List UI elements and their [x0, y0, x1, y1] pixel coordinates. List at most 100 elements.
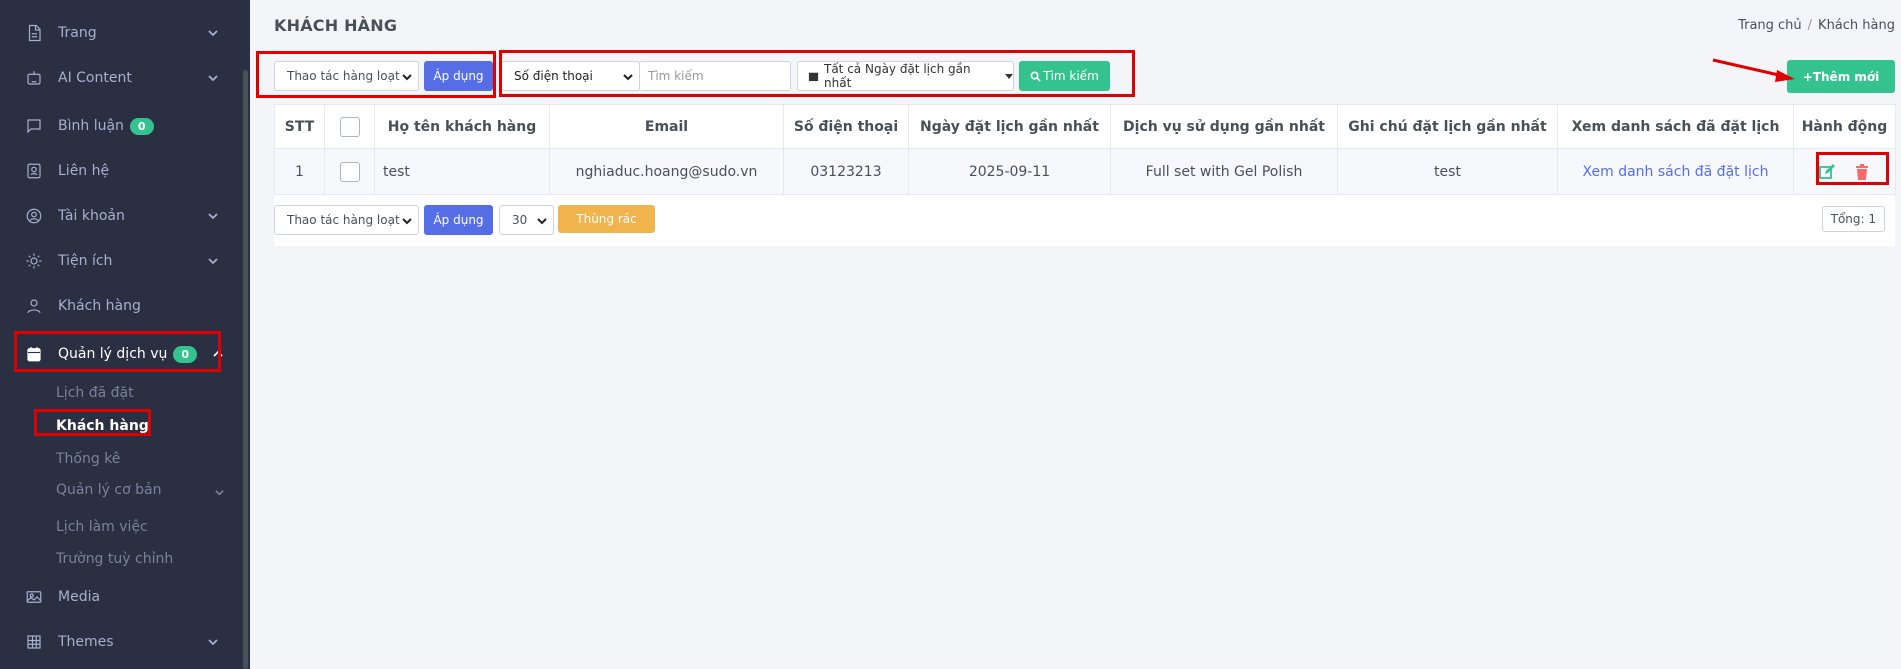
- search-field-select[interactable]: Số điện thoại: [501, 61, 640, 91]
- sidebar-scrollbar[interactable]: [243, 70, 248, 669]
- apply-button[interactable]: Áp dụng: [424, 61, 493, 91]
- sidebar-item-label: Khách hàng: [58, 298, 141, 314]
- breadcrumb-current: Khách hàng: [1818, 18, 1895, 33]
- column-header-phone: Số điện thoại: [783, 104, 909, 149]
- file-icon: [24, 23, 44, 43]
- calendar-small-icon: [808, 71, 819, 82]
- grid-icon: [24, 632, 44, 652]
- column-header-email: Email: [549, 104, 784, 149]
- sidebar-item-khach-hang[interactable]: Khách hàng: [0, 288, 243, 324]
- search-input[interactable]: Tìm kiếm: [639, 61, 791, 91]
- table-header-row: STT Họ tên khách hàng Email Số điện thoạ…: [274, 104, 1896, 149]
- total-count: Tổng: 1: [1821, 206, 1885, 232]
- row-checkbox[interactable]: [339, 161, 360, 182]
- footer-bulk-action-select[interactable]: Thao tác hàng loạt: [274, 205, 419, 235]
- per-page-select[interactable]: 30: [499, 205, 554, 235]
- chevron-up-icon: [212, 348, 224, 360]
- chevron-down-icon: [623, 71, 633, 81]
- sidebar-item-media[interactable]: Media: [0, 579, 243, 615]
- cell-service: Full set with Gel Polish: [1110, 148, 1338, 195]
- caret-down-icon: [1005, 72, 1013, 80]
- bulk-action-select[interactable]: Thao tác hàng loạt: [274, 61, 419, 91]
- add-new-button[interactable]: +Thêm mới: [1787, 60, 1895, 93]
- cell-name: test: [374, 148, 550, 195]
- cell-select: [324, 148, 375, 195]
- footer-bulk-action-value: Thao tác hàng loạt: [287, 213, 400, 227]
- chevron-down-icon: [207, 636, 219, 648]
- breadcrumb: Trang chủ / Khách hàng: [1738, 18, 1895, 33]
- trash-button[interactable]: Thùng rác: [558, 205, 655, 233]
- search-icon: [1030, 71, 1041, 82]
- subitem-truong-tuy-chinh[interactable]: Trường tuỳ chỉnh: [56, 551, 173, 567]
- subitem-thong-ke[interactable]: Thống kê: [56, 451, 120, 467]
- comment-count-badge: 0: [129, 117, 154, 135]
- cell-date: 2025-09-11: [908, 148, 1111, 195]
- view-bookings-link[interactable]: Xem danh sách đã đặt lịch: [1583, 164, 1769, 180]
- column-header-note: Ghi chú đặt lịch gần nhất: [1337, 104, 1558, 149]
- column-header-service: Dịch vụ sử dụng gần nhất: [1110, 104, 1338, 149]
- table-row: 1 test nghiaduc.hoang@sudo.vn 03123213 2…: [274, 148, 1896, 195]
- sidebar-item-trang[interactable]: Trang: [0, 15, 243, 51]
- sidebar-item-label: Liên hệ: [58, 163, 110, 179]
- sidebar: Trang AI Content Bình luận 0 Liên hệ Tài…: [0, 0, 250, 669]
- per-page-value: 30: [512, 213, 528, 227]
- sidebar-item-label: Tài khoản: [58, 208, 125, 224]
- chevron-down-icon: [214, 486, 225, 502]
- image-icon: [24, 587, 44, 607]
- subitem-khach-hang[interactable]: Khách hàng: [56, 418, 149, 434]
- chevron-down-icon: [207, 255, 219, 267]
- sidebar-item-label: AI Content: [58, 70, 132, 86]
- sidebar-item-label: Themes: [58, 634, 114, 650]
- cell-stt: 1: [274, 148, 325, 195]
- date-filter-dropdown[interactable]: Tất cả Ngày đặt lịch gần nhất: [797, 61, 1014, 91]
- search-button-label: Tìm kiếm: [1043, 69, 1099, 83]
- sidebar-item-label: Tiện ích: [58, 253, 113, 269]
- search-button[interactable]: Tìm kiếm: [1019, 61, 1110, 91]
- chevron-down-icon: [402, 215, 412, 225]
- breadcrumb-home[interactable]: Trang chủ: [1738, 18, 1802, 33]
- sun-icon: [24, 251, 44, 271]
- footer-apply-button[interactable]: Áp dụng: [424, 205, 493, 235]
- cell-phone: 03123213: [783, 148, 909, 195]
- sidebar-item-ai-content[interactable]: AI Content: [0, 60, 243, 96]
- sidebar-item-themes[interactable]: Themes: [0, 624, 243, 660]
- edit-icon[interactable]: [1818, 163, 1836, 181]
- cell-actions: [1793, 148, 1896, 195]
- sidebar-item-tien-ich[interactable]: Tiện ích: [0, 243, 243, 279]
- subitem-quan-ly-co-ban[interactable]: Quản lý cơ bản: [56, 482, 236, 498]
- chevron-down-icon: [207, 72, 219, 84]
- sidebar-item-label: Bình luận: [58, 118, 124, 134]
- subitem-lich-da-dat[interactable]: Lịch đã đặt: [56, 385, 134, 401]
- sidebar-item-tai-khoan[interactable]: Tài khoản: [0, 198, 243, 234]
- chevron-down-icon: [207, 210, 219, 222]
- subitem-lich-lam-viec[interactable]: Lịch làm việc: [56, 519, 148, 535]
- search-field-value: Số điện thoại: [514, 69, 593, 83]
- select-all-checkbox[interactable]: [339, 116, 360, 137]
- chevron-down-icon: [207, 27, 219, 39]
- service-count-badge: 0: [173, 345, 198, 363]
- cell-email: nghiaduc.hoang@sudo.vn: [549, 148, 784, 195]
- column-header-view: Xem danh sách đã đặt lịch: [1557, 104, 1794, 149]
- sidebar-item-lien-he[interactable]: Liên hệ: [0, 153, 243, 189]
- contact-icon: [24, 161, 44, 181]
- user-circle-icon: [24, 206, 44, 226]
- sidebar-item-label: Media: [58, 589, 101, 605]
- page-title: KHÁCH HÀNG: [274, 16, 398, 35]
- column-header-select: [324, 104, 375, 149]
- subitem-label: Quản lý cơ bản: [56, 482, 162, 498]
- annotation-arrow: [1712, 58, 1795, 82]
- delete-icon[interactable]: [1853, 163, 1871, 181]
- robot-icon: [24, 68, 44, 88]
- comment-icon: [24, 116, 44, 136]
- column-header-stt: STT: [274, 104, 325, 149]
- column-header-date: Ngày đặt lịch gần nhất: [908, 104, 1111, 149]
- cell-view: Xem danh sách đã đặt lịch: [1557, 148, 1794, 195]
- chevron-down-icon: [537, 215, 547, 225]
- sidebar-item-binh-luan[interactable]: Bình luận 0: [0, 108, 243, 144]
- cell-note: test: [1337, 148, 1558, 195]
- chevron-down-icon: [402, 71, 412, 81]
- sidebar-item-label: Quản lý dịch vụ: [58, 346, 168, 362]
- calendar-icon: [24, 344, 44, 364]
- column-header-name: Họ tên khách hàng: [374, 104, 550, 149]
- sidebar-item-quan-ly-dich-vu[interactable]: Quản lý dịch vụ 0: [0, 336, 243, 372]
